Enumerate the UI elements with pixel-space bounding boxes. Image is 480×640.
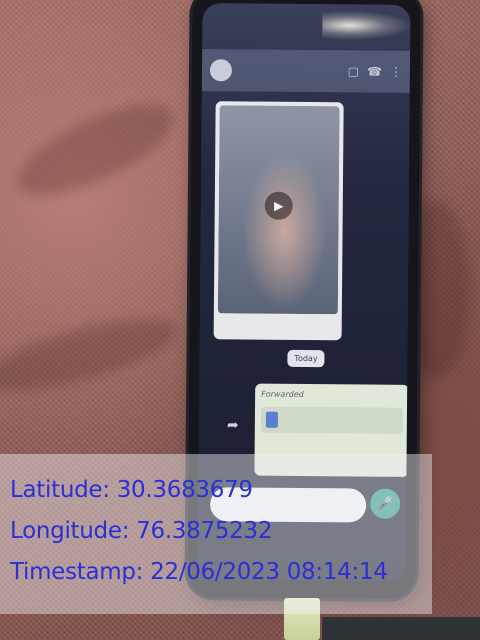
timestamp-text: Timestamp: 22/06/2023 08:14:14 [10,559,388,585]
avatar[interactable] [209,59,233,82]
video-call-icon[interactable]: ▢ [348,64,359,78]
video-thumbnail[interactable]: ▶ [217,105,340,315]
more-icon[interactable]: ⋮ [390,65,402,79]
dark-corner [322,617,480,640]
date-chip: Today [287,349,325,368]
share-icon[interactable]: ➦ [227,417,239,433]
forwarded-label: Forwarded [261,389,304,400]
chat-header: ▢ ☎ ⋮ [201,49,411,93]
longitude-text: Longitude: 76.3875232 [10,518,273,544]
status-bar [202,3,410,49]
play-icon[interactable]: ▶ [264,191,293,220]
video-message[interactable]: ▶ [213,101,344,341]
contact-name[interactable] [240,70,340,71]
document-card[interactable] [260,406,404,434]
latitude-text: Latitude: 30.3683679 [10,477,253,503]
phone-icon[interactable]: ☎ [367,65,382,79]
document-icon [265,411,278,428]
